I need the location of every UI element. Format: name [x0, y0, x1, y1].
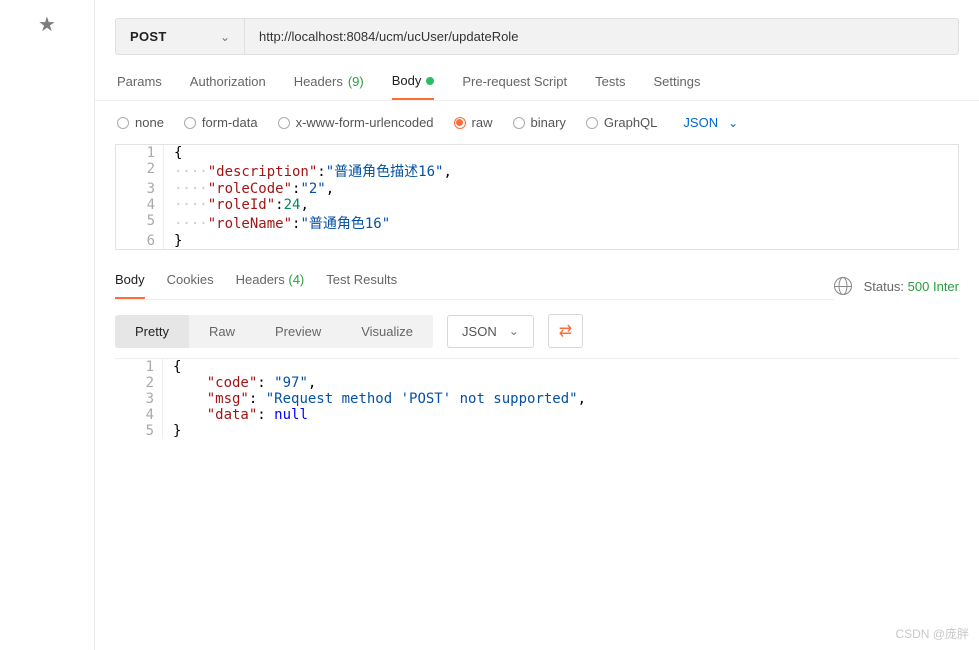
response-format-select[interactable]: JSON ⌄: [447, 315, 534, 348]
radio-icon: [278, 117, 290, 129]
radio-binary[interactable]: binary: [513, 115, 566, 130]
radio-raw[interactable]: raw: [454, 115, 493, 130]
resp-tab-cookies[interactable]: Cookies: [167, 272, 214, 299]
tab-settings[interactable]: Settings: [653, 73, 700, 100]
body-format-select[interactable]: JSON ⌄: [683, 115, 738, 130]
resp-headers-label: Headers: [236, 272, 285, 287]
radio-icon: [184, 117, 196, 129]
radio-icon: [586, 117, 598, 129]
radio-graphql[interactable]: GraphQL: [586, 115, 657, 130]
radio-x-www-form[interactable]: x-www-form-urlencoded: [278, 115, 434, 130]
method-select[interactable]: POST ⌄: [115, 18, 245, 55]
body-type-row: none form-data x-www-form-urlencoded raw…: [95, 101, 979, 144]
view-preview[interactable]: Preview: [255, 315, 341, 348]
view-visualize[interactable]: Visualize: [341, 315, 433, 348]
chevron-down-icon: ⌄: [728, 116, 738, 130]
radio-icon: [117, 117, 129, 129]
request-tabs: Params Authorization Headers (9) Body Pr…: [95, 73, 979, 101]
view-raw[interactable]: Raw: [189, 315, 255, 348]
status-value: 500 Inter: [908, 279, 959, 294]
response-header-row: Body Cookies Headers (4) Test Results St…: [95, 250, 979, 300]
resp-tab-body[interactable]: Body: [115, 272, 145, 299]
resp-tab-headers[interactable]: Headers (4): [236, 272, 305, 299]
radio-none[interactable]: none: [117, 115, 164, 130]
tab-headers-count: (9): [348, 74, 364, 89]
view-pretty[interactable]: Pretty: [115, 315, 189, 348]
tab-pre-request[interactable]: Pre-request Script: [462, 73, 567, 100]
tab-authorization[interactable]: Authorization: [190, 73, 266, 100]
radio-icon: [513, 117, 525, 129]
left-rail: ★: [0, 0, 95, 650]
main-panel: POST ⌄ Params Authorization Headers (9) …: [95, 0, 979, 650]
chevron-down-icon: ⌄: [220, 30, 230, 44]
radio-icon: [454, 117, 466, 129]
unsaved-dot-icon: [426, 77, 434, 85]
tab-tests[interactable]: Tests: [595, 73, 625, 100]
wrap-lines-icon[interactable]: ⇄: [548, 314, 583, 348]
method-label: POST: [130, 29, 167, 44]
url-row: POST ⌄: [115, 18, 959, 55]
globe-icon[interactable]: [834, 277, 852, 295]
tab-body-label: Body: [392, 73, 422, 88]
tab-body[interactable]: Body: [392, 73, 435, 100]
request-body-editor[interactable]: 1{2····"description":"普通角色描述16",3····"ro…: [115, 144, 959, 250]
status-label: Status:: [864, 279, 904, 294]
response-view-row: Pretty Raw Preview Visualize JSON ⌄ ⇄: [95, 300, 979, 358]
response-tabs: Body Cookies Headers (4) Test Results: [115, 272, 834, 300]
resp-tab-test-results[interactable]: Test Results: [326, 272, 397, 299]
tab-headers[interactable]: Headers (9): [294, 73, 364, 100]
view-mode-segment: Pretty Raw Preview Visualize: [115, 315, 433, 348]
chevron-down-icon: ⌄: [509, 324, 519, 338]
resp-headers-count: (4): [288, 272, 304, 287]
star-icon[interactable]: ★: [38, 12, 56, 650]
watermark: CSDN @庞胖: [895, 625, 969, 642]
response-meta: Status: 500 Inter: [834, 277, 959, 295]
radio-form-data[interactable]: form-data: [184, 115, 258, 130]
response-body-viewer[interactable]: 1{2 "code": "97",3 "msg": "Request metho…: [115, 358, 959, 439]
url-input[interactable]: [245, 18, 959, 55]
tab-headers-label: Headers: [294, 74, 343, 89]
tab-params[interactable]: Params: [117, 73, 162, 100]
